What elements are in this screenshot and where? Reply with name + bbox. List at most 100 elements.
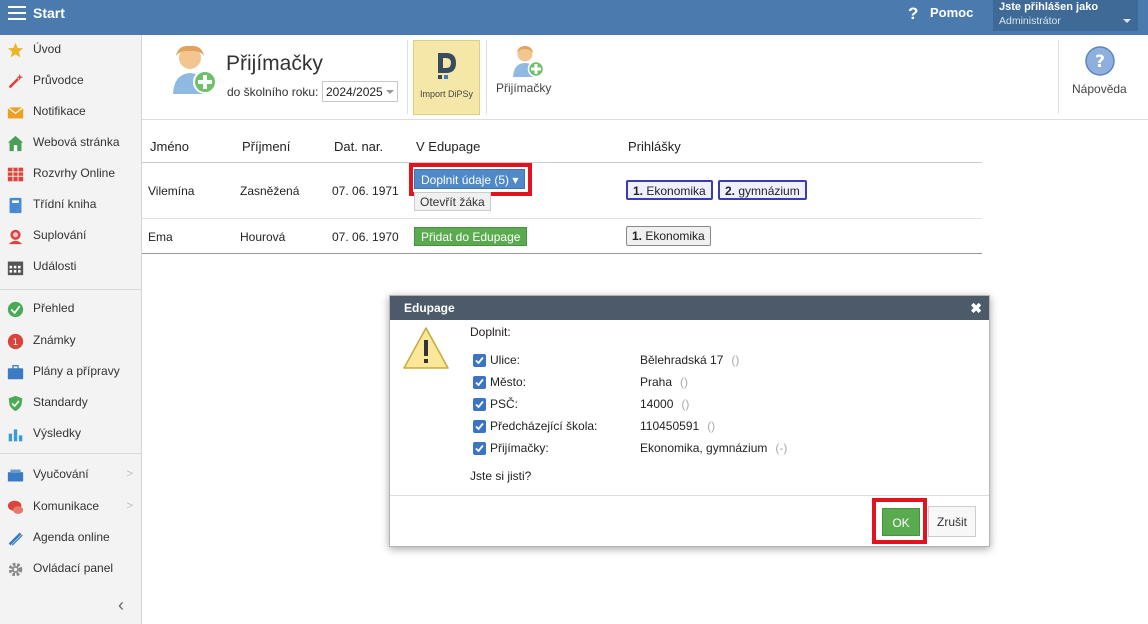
last-name-cell: Zasněžená [240, 184, 300, 198]
warning-icon [403, 327, 449, 369]
field-label: PSČ: [490, 397, 519, 411]
user-menu[interactable]: Jste přihlášen jako Administrátor [993, 0, 1138, 31]
caret-down-icon [1123, 19, 1131, 23]
sidebar-item-uvod[interactable]: Úvod [0, 38, 141, 64]
sidebar-item-pruvodce[interactable]: Průvodce [0, 69, 141, 95]
ok-button[interactable]: OK [882, 508, 920, 536]
bar-chart-icon [8, 429, 23, 442]
dipsy-logo-icon [438, 53, 456, 79]
calendar-icon [7, 261, 24, 276]
sidebar-item-notifikace[interactable]: Notifikace [0, 100, 141, 126]
fill-in-data-button[interactable]: Doplnit údaje (5) ▾ [414, 169, 526, 189]
house-icon [7, 135, 24, 152]
sidebar-divider [0, 289, 141, 290]
sidebar-item-znamky[interactable]: 1 Známky [0, 329, 141, 355]
column-header[interactable]: Příjmení [242, 139, 290, 154]
application-badge[interactable]: 1. Ekonomika [626, 180, 713, 200]
add-to-edupage-button[interactable]: Přidat do Edupage [414, 227, 528, 246]
book-icon [9, 197, 22, 214]
column-header[interactable]: Dat. nar. [334, 139, 383, 154]
sidebar-item-label: Přehled [33, 301, 75, 315]
sidebar-item-label: Průvodce [33, 73, 84, 87]
collapse-sidebar-icon[interactable]: ‹ [118, 595, 124, 616]
app-title[interactable]: Start [33, 5, 65, 21]
sidebar-item-label: Vyučování [33, 467, 89, 481]
toolbar-divider [407, 40, 408, 114]
last-name-cell: Hourová [240, 230, 286, 244]
grades-icon: 1 [7, 333, 24, 350]
sidebar: Úvod Průvodce Notifikace Webová stránka … [0, 35, 142, 624]
sidebar-item-webova-stranka[interactable]: Webová stránka [0, 131, 141, 157]
toolbar-divider [486, 40, 487, 114]
dialog-field-row: Předcházející škola: 110450591() [473, 419, 973, 437]
field-label: Předcházející škola: [490, 419, 598, 433]
sidebar-item-rozvrhy[interactable]: Rozvrhy Online [0, 162, 141, 188]
help-button[interactable]: Nápověda [1072, 82, 1127, 96]
confirm-question: Jste si jisti? [470, 469, 532, 483]
sidebar-item-label: Rozvrhy Online [33, 166, 116, 180]
sidebar-item-agenda[interactable]: Agenda online [0, 526, 141, 552]
help-icon[interactable]: ? [908, 4, 918, 24]
applicants-button[interactable]: Přijímačky [496, 81, 551, 95]
column-header[interactable]: V Edupage [416, 139, 480, 154]
menu-icon[interactable] [8, 6, 26, 20]
city-checkbox[interactable] [473, 376, 486, 389]
import-dipsy-label: Import DiPSy [419, 89, 473, 99]
sidebar-item-plany[interactable]: Plány a přípravy [0, 360, 141, 386]
person-icon [8, 229, 23, 245]
toolbar-divider [1058, 40, 1059, 114]
checkmark-icon [475, 400, 484, 409]
timetable-icon [7, 167, 24, 182]
star-icon [7, 42, 24, 58]
street-checkbox[interactable] [473, 354, 486, 367]
sidebar-item-ovladaci-panel[interactable]: Ovládací panel [0, 557, 141, 583]
field-value: Praha() [640, 375, 689, 389]
sidebar-divider [0, 453, 141, 454]
applicants-icon[interactable] [512, 44, 544, 78]
import-dipsy-button[interactable]: Import DiPSy [413, 40, 480, 115]
sidebar-item-komunikace[interactable]: Komunikace > [0, 495, 141, 521]
dialog-field-row: Ulice: Bělehradská 17() [473, 353, 973, 371]
column-header[interactable]: Jméno [150, 139, 189, 154]
school-year-label: do školního roku: [227, 85, 319, 99]
cancel-button[interactable]: Zrušit [928, 506, 976, 537]
gear-icon [8, 562, 23, 577]
birth-date-cell: 07. 06. 1970 [332, 230, 399, 244]
question-mark-icon[interactable]: ? [1085, 46, 1115, 76]
table-header: Jméno Příjmení Dat. nar. V Edupage Prihl… [142, 132, 982, 163]
table-row: Ema Hourová 07. 06. 1970 Přidat do Edupa… [142, 219, 982, 254]
checkmark-icon [475, 422, 484, 431]
sidebar-item-standardy[interactable]: Standardy [0, 391, 141, 417]
chat-icon [7, 500, 24, 514]
sidebar-item-udalosti[interactable]: Události [0, 255, 141, 281]
sidebar-item-label: Plány a přípravy [33, 364, 120, 378]
field-value: Ekonomika, gymnázium (-) [640, 441, 788, 455]
previous-school-checkbox[interactable] [473, 420, 486, 433]
sidebar-item-label: Suplování [33, 228, 87, 242]
sidebar-item-label: Známky [33, 333, 76, 347]
school-year-value: 2024/2025 [326, 85, 383, 99]
first-name-cell: Ema [148, 230, 173, 244]
zip-checkbox[interactable] [473, 398, 486, 411]
admissions-checkbox[interactable] [473, 442, 486, 455]
open-student-button[interactable]: Otevřít žáka [414, 192, 491, 211]
help-link[interactable]: Pomoc [930, 5, 973, 20]
top-bar: Start ? Pomoc Jste přihlášen jako Admini… [0, 0, 1148, 35]
sidebar-item-label: Úvod [33, 42, 62, 56]
school-year-select[interactable]: 2024/2025 [322, 81, 398, 102]
sidebar-item-tridni-kniha[interactable]: Třídní kniha [0, 193, 141, 219]
sidebar-item-vyucovani[interactable]: Vyučování > [0, 463, 141, 489]
dialog-header: Edupage ✖ [390, 296, 989, 320]
sidebar-item-suplovani[interactable]: Suplování [0, 224, 141, 250]
briefcase-icon [7, 365, 24, 380]
close-icon[interactable]: ✖ [970, 300, 982, 317]
caret-down-icon [386, 90, 394, 94]
application-badge[interactable]: 2. gymnázium [718, 180, 807, 200]
application-badge[interactable]: 1. Ekonomika [626, 226, 711, 246]
sidebar-item-prehled[interactable]: Přehled [0, 297, 141, 323]
sidebar-item-label: Ovládací panel [33, 561, 114, 575]
checkmark-icon [475, 444, 484, 453]
check-circle-icon [7, 301, 24, 318]
sidebar-item-vysledky[interactable]: Výsledky [0, 422, 141, 448]
column-header[interactable]: Prihlášky [628, 139, 681, 154]
